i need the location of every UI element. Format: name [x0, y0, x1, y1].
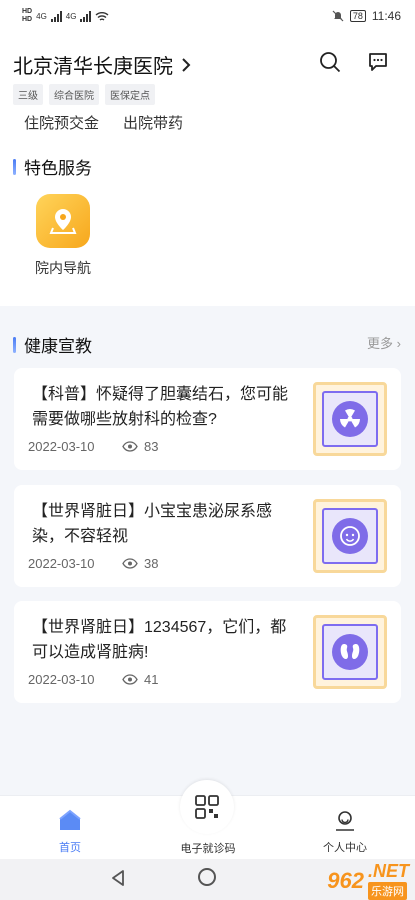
more-label: 更多	[367, 336, 394, 351]
clock: 11:46	[371, 9, 401, 23]
status-left: HD HD 4G 4G	[22, 8, 109, 24]
mute-bell-icon	[332, 10, 344, 22]
watermark-cn: 乐游网	[367, 882, 407, 900]
watermark-text: .NET 乐游网	[367, 861, 409, 900]
signal-icon	[50, 10, 62, 22]
eye-icon	[122, 441, 138, 452]
watermark-net: .NET	[367, 861, 409, 881]
status-bar: HD HD 4G 4G 78 11:46	[0, 0, 415, 32]
sim2-label: HD	[22, 16, 33, 23]
qr-code-button[interactable]	[180, 780, 234, 834]
system-nav-bar: 962 .NET 乐游网	[0, 859, 415, 900]
user-icon	[336, 811, 354, 831]
header-panel: 北京清华长庚医院 三级 综合医院 医保定点 住院预交金 出院带药 特色服务 院内…	[0, 32, 415, 306]
watermark-logo: 962 .NET 乐游网	[327, 861, 409, 900]
article-thumbnail	[313, 499, 387, 573]
article-views: 41	[122, 672, 158, 687]
article-title: 【世界肾脏日】小宝宝患泌尿系感染，不容轻视	[32, 503, 273, 545]
article-views: 38	[122, 556, 158, 571]
net2-label: 4G	[65, 11, 77, 21]
signal-icon-2	[80, 10, 92, 22]
hospital-tags: 三级 综合医院 医保定点	[13, 84, 155, 105]
article-date: 2022-03-10	[28, 672, 95, 687]
thumb-frame	[322, 391, 378, 447]
tab-center-label: 电子就诊码	[180, 843, 236, 855]
bottom-tab-bar: 首页 电子就诊码 个人中心	[0, 780, 415, 859]
baby-face-icon	[332, 518, 368, 554]
sim1-label: HD	[22, 8, 33, 15]
tag-type: 综合医院	[49, 84, 99, 105]
article-thumbnail	[313, 615, 387, 689]
search-button[interactable]	[316, 48, 344, 76]
back-icon[interactable]	[109, 869, 127, 887]
chevron-right-icon: ›	[396, 336, 401, 351]
article-date: 2022-03-10	[28, 556, 95, 571]
tag-level: 三级	[13, 84, 43, 105]
net1-label: 4G	[36, 11, 47, 21]
message-button[interactable]	[364, 48, 392, 76]
special-services-heading: 特色服务	[13, 154, 92, 179]
tab-profile-label: 个人中心	[323, 842, 367, 854]
thumb-frame	[322, 508, 378, 564]
article-date: 2022-03-10	[28, 439, 95, 454]
more-link[interactable]: 更多 ›	[367, 333, 401, 352]
home-icon	[59, 809, 81, 830]
battery-indicator: 78	[349, 10, 366, 22]
wifi-icon	[96, 11, 109, 21]
eye-icon	[122, 558, 138, 569]
article-title: 【世界肾脏日】1234567，它们，都可以造成肾脏病!	[32, 619, 287, 661]
view-count: 38	[144, 556, 159, 571]
tab-home[interactable]: 首页	[53, 808, 87, 855]
radiation-icon	[332, 401, 368, 437]
tab-profile[interactable]: 个人中心	[322, 808, 368, 855]
chevron-right-icon	[182, 57, 191, 72]
kidney-icon	[332, 634, 368, 670]
article-card[interactable]: 【科普】怀疑得了胆囊结石，您可能需要做哪些放射科的检查? 2022-03-10 …	[14, 368, 401, 470]
view-count: 83	[144, 439, 159, 454]
home-circle-icon[interactable]	[198, 868, 216, 886]
watermark-number: 962	[327, 867, 364, 893]
status-right: 78 11:46	[332, 9, 401, 23]
article-title: 【科普】怀疑得了胆囊结石，您可能需要做哪些放射科的检查?	[32, 386, 289, 428]
article-thumbnail	[313, 382, 387, 456]
chat-icon	[369, 53, 387, 71]
eye-icon	[122, 674, 138, 685]
quick-links: 住院预交金 出院带药	[24, 112, 183, 133]
search-icon	[320, 52, 341, 73]
link-discharge-meds[interactable]: 出院带药	[123, 112, 183, 133]
location-pin-icon	[36, 194, 90, 248]
special-services-title: 特色服务	[24, 159, 92, 178]
hospital-selector[interactable]: 北京清华长庚医院	[13, 50, 191, 79]
hospital-name: 北京清华长庚医院	[13, 56, 173, 78]
sim-icons: HD HD	[22, 8, 32, 24]
thumb-frame	[322, 624, 378, 680]
article-card[interactable]: 【世界肾脏日】1234567，它们，都可以造成肾脏病! 2022-03-10 4…	[14, 601, 401, 703]
tab-qr-label[interactable]: 电子就诊码	[168, 840, 248, 856]
view-count: 41	[144, 672, 159, 687]
health-education-heading: 健康宣教	[13, 332, 92, 357]
section-bar	[13, 336, 16, 353]
tag-insurance: 医保定点	[105, 84, 155, 105]
qr-code-icon	[195, 795, 219, 819]
article-card[interactable]: 【世界肾脏日】小宝宝患泌尿系感染，不容轻视 2022-03-10 38	[14, 485, 401, 587]
health-education-title: 健康宣教	[24, 337, 92, 356]
article-views: 83	[122, 439, 158, 454]
service-indoor-navigation[interactable]: 院内导航	[30, 194, 96, 278]
tab-home-label: 首页	[59, 842, 81, 854]
section-bar	[13, 158, 16, 175]
link-deposit[interactable]: 住院预交金	[24, 112, 99, 133]
service-label: 院内导航	[35, 260, 91, 276]
